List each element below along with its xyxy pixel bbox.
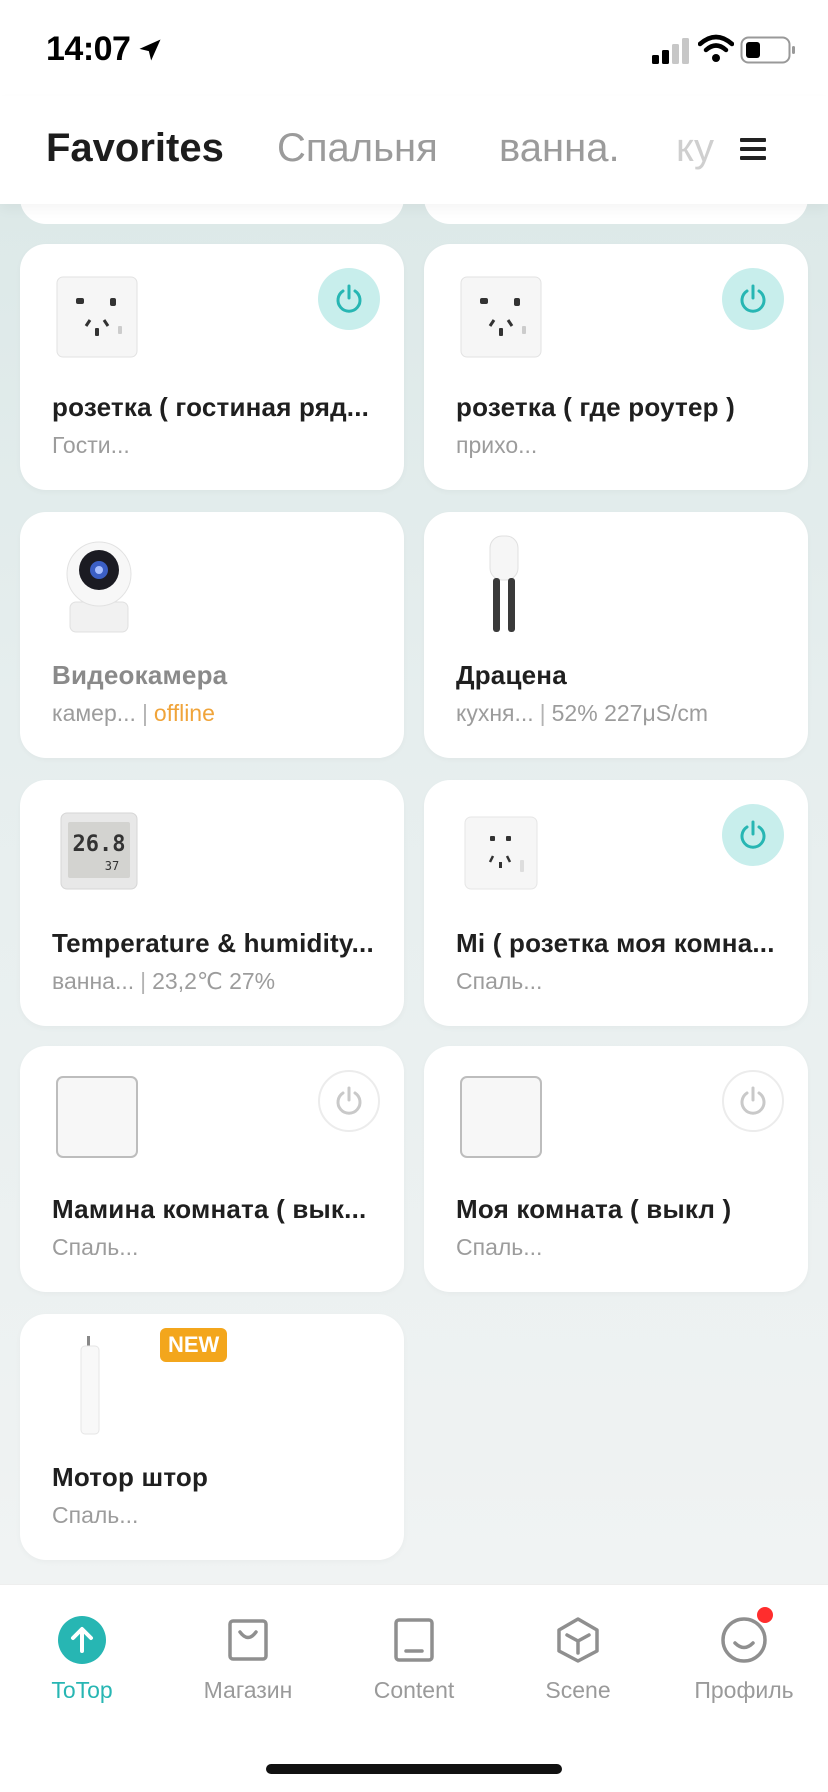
smiley-icon bbox=[719, 1607, 773, 1665]
tab-bathroom[interactable]: ванна. bbox=[499, 126, 620, 171]
device-card[interactable]: Драцена кухня... | 52% 227μS/cm bbox=[424, 512, 808, 758]
socket-icon bbox=[56, 276, 138, 358]
wifi-icon bbox=[698, 34, 734, 62]
nav-label: Профиль bbox=[694, 1677, 794, 1703]
nav-profile[interactable]: Профиль bbox=[674, 1607, 814, 1704]
offline-status: offline bbox=[153, 700, 215, 726]
power-button[interactable] bbox=[318, 268, 380, 330]
plant-sensor-icon bbox=[489, 535, 519, 632]
home-indicator bbox=[266, 1764, 562, 1774]
power-icon bbox=[740, 284, 766, 313]
wall-switch-icon bbox=[460, 1076, 542, 1158]
device-name: Mi ( розетка моя комна... bbox=[456, 928, 775, 958]
nav-label: Магазин bbox=[203, 1677, 293, 1703]
device-room: Спаль... bbox=[456, 1234, 543, 1260]
thermometer-humidity-readout: 37 bbox=[105, 859, 119, 873]
nav-store[interactable]: Магазин bbox=[178, 1615, 318, 1704]
device-status-line: ванна... | 23,2℃ 27% bbox=[52, 968, 276, 994]
device-reading: 23,2℃ 27% bbox=[152, 968, 276, 994]
bottom-nav: ToTop Магазин Content Scene Профиль bbox=[0, 1584, 828, 1792]
device-name: розетка ( где роутер ) bbox=[456, 392, 736, 422]
notification-dot bbox=[757, 1607, 773, 1623]
tab-kitchen[interactable]: ку bbox=[676, 126, 714, 171]
menu-icon[interactable] bbox=[740, 138, 766, 160]
device-room: прихо... bbox=[456, 432, 538, 458]
power-button[interactable] bbox=[318, 1070, 380, 1132]
nav-content[interactable]: Content bbox=[344, 1615, 484, 1704]
device-card[interactable]: розетка ( где роутер ) прихо... bbox=[424, 244, 808, 490]
tablet-icon bbox=[389, 1615, 439, 1665]
shopping-bag-icon bbox=[223, 1615, 273, 1665]
device-card[interactable]: 26.8 37 Temperature & humidity... ванна.… bbox=[20, 780, 404, 1026]
device-room: Спаль... bbox=[52, 1234, 139, 1260]
device-name: Мамина комната ( вык... bbox=[52, 1194, 367, 1224]
nav-label: Scene bbox=[545, 1677, 611, 1703]
device-name: Мотор штор bbox=[52, 1462, 209, 1492]
device-name: розетка ( гостиная ряд... bbox=[52, 392, 370, 422]
nav-totop[interactable]: ToTop bbox=[12, 1615, 152, 1704]
battery-icon bbox=[740, 36, 795, 64]
power-button[interactable] bbox=[722, 268, 784, 330]
tab-favorites[interactable]: Favorites bbox=[46, 126, 224, 171]
device-card[interactable]: Моя комната ( выкл ) Спаль... bbox=[424, 1046, 808, 1292]
status-bar: 14:07 bbox=[0, 0, 828, 96]
device-card[interactable]: розетка ( гостиная ряд... Гости... bbox=[20, 244, 404, 490]
device-card[interactable]: NEW Мотор штор Спаль... bbox=[20, 1314, 404, 1560]
nav-label: ToTop bbox=[51, 1677, 113, 1703]
power-icon bbox=[740, 1086, 766, 1115]
location-arrow-icon bbox=[139, 39, 161, 61]
device-card[interactable]: Видеокамера камер... | offline bbox=[20, 512, 404, 758]
power-icon bbox=[336, 1086, 362, 1115]
device-name: Temperature & humidity... bbox=[52, 928, 374, 958]
arrow-up-icon bbox=[57, 1615, 107, 1665]
room-tabs: Favorites Спальня ванна. ку bbox=[0, 96, 828, 204]
device-room: Спаль... bbox=[456, 968, 543, 994]
device-room: ванна... bbox=[52, 968, 135, 994]
power-button[interactable] bbox=[722, 804, 784, 866]
device-room: камер... bbox=[52, 700, 136, 726]
power-button[interactable] bbox=[722, 1070, 784, 1132]
device-card[interactable]: Mi ( розетка моя комна... Спаль... bbox=[424, 780, 808, 1026]
power-icon bbox=[336, 284, 362, 313]
power-icon bbox=[740, 820, 766, 849]
camera-icon bbox=[66, 541, 132, 633]
tab-bedroom[interactable]: Спальня bbox=[277, 126, 438, 171]
nav-scene[interactable]: Scene bbox=[508, 1615, 648, 1704]
device-room: кухня... bbox=[456, 700, 534, 726]
device-reading: 52% 227μS/cm bbox=[551, 700, 709, 726]
socket-icon bbox=[460, 276, 542, 358]
device-status-line: кухня... | 52% 227μS/cm bbox=[456, 700, 709, 726]
socket-icon bbox=[464, 816, 538, 890]
device-status-line: камер... | offline bbox=[52, 700, 215, 726]
curtain-motor-icon bbox=[80, 1336, 100, 1435]
thermometer-icon: 26.8 37 bbox=[60, 812, 138, 890]
device-name: Драцена bbox=[456, 660, 567, 690]
device-room: Спаль... bbox=[52, 1502, 139, 1528]
status-time: 14:07 bbox=[46, 30, 131, 68]
device-room: Гости... bbox=[52, 432, 130, 458]
device-name: Моя комната ( выкл ) bbox=[456, 1194, 732, 1224]
thermometer-temperature-readout: 26.8 bbox=[73, 832, 126, 857]
nav-label: Content bbox=[373, 1677, 455, 1703]
cube-icon bbox=[553, 1615, 603, 1665]
cellular-signal-icon bbox=[652, 38, 689, 64]
device-card[interactable]: Мамина комната ( вык... Спаль... bbox=[20, 1046, 404, 1292]
new-badge: NEW bbox=[160, 1328, 228, 1362]
device-name: Видеокамера bbox=[52, 660, 228, 690]
wall-switch-icon bbox=[56, 1076, 138, 1158]
